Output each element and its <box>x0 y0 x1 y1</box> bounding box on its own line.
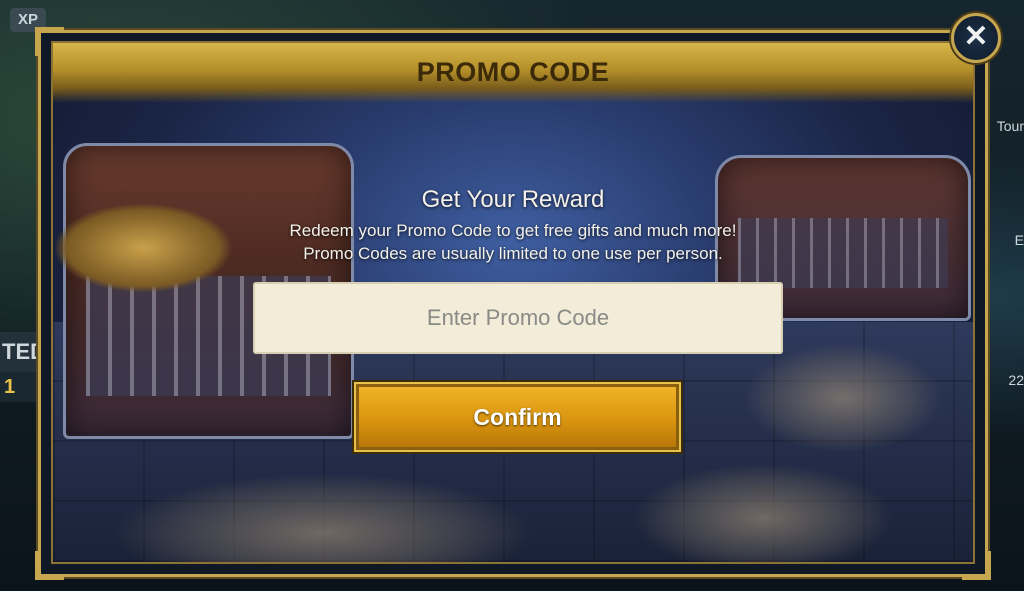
background-right-label-2: E <box>1014 232 1024 248</box>
close-icon: ✕ <box>963 20 989 53</box>
background-right-label-1: Tour <box>996 118 1024 134</box>
description-line-2: Promo Codes are usually limited to one u… <box>303 244 723 263</box>
coin-pile-illustration <box>633 463 893 562</box>
promo-code-input[interactable] <box>253 282 783 354</box>
close-button[interactable]: ✕ <box>951 13 1001 63</box>
confirm-button[interactable]: Confirm <box>352 380 683 454</box>
promo-code-modal: PROMO CODE Get Your Reward Redeem your P… <box>35 27 991 580</box>
title-bar: PROMO CODE <box>53 43 973 103</box>
reward-heading: Get Your Reward <box>421 186 605 213</box>
description-line-1: Redeem your Promo Code to get free gifts… <box>289 221 737 240</box>
modal-title: PROMO CODE <box>416 57 610 87</box>
modal-content: PROMO CODE Get Your Reward Redeem your P… <box>51 41 975 564</box>
background-right-label-3: 22 <box>1008 372 1024 388</box>
coin-pile-illustration <box>743 343 943 453</box>
